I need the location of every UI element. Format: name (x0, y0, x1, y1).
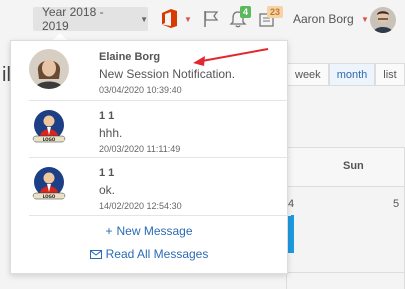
year-select[interactable]: Year 2018 - 2019 ▼ (33, 5, 148, 33)
plus-icon: + (105, 224, 113, 238)
calendar-day-header-sun: Sun (343, 160, 364, 172)
svg-text:LOGO: LOGO (43, 194, 56, 199)
business-logo-avatar-icon: LOGO (29, 165, 69, 205)
view-week-button[interactable]: week (287, 63, 329, 86)
user-avatar[interactable] (370, 7, 396, 33)
view-list-button[interactable]: list (375, 63, 405, 86)
calendar-grid-line (286, 272, 405, 273)
calendar-view-switcher: week month list (287, 63, 405, 86)
message-item[interactable]: Elaine Borg New Session Notification. 03… (29, 41, 287, 97)
messages-dropdown: Elaine Borg New Session Notification. 03… (10, 40, 291, 274)
divider (29, 215, 291, 216)
dropdown-pointer (53, 33, 67, 40)
view-month-button[interactable]: month (328, 63, 376, 86)
message-sender: 1 1 (99, 110, 115, 122)
notes-badge: 23 (267, 6, 284, 18)
calendar-day-number[interactable]: 4 (288, 198, 294, 210)
new-message-label: New Message (116, 224, 193, 238)
svg-text:LOGO: LOGO (43, 137, 56, 142)
calendar-day-number[interactable]: 5 (393, 198, 399, 210)
office-icon[interactable] (161, 9, 177, 28)
message-timestamp: 20/03/2020 11:11:49 (99, 144, 181, 154)
business-logo-avatar-icon: LOGO (29, 108, 69, 148)
message-timestamp: 03/04/2020 10:39:40 (99, 85, 182, 95)
year-select-label: Year 2018 - 2019 (42, 5, 104, 33)
flag-icon[interactable] (203, 10, 219, 28)
notifications-badge: 4 (240, 6, 252, 18)
new-message-button[interactable]: + New Message (11, 224, 287, 238)
envelope-icon (89, 250, 102, 259)
chevron-down-icon: ▼ (140, 14, 148, 24)
message-item[interactable]: LOGO 1 1 ok. 14/02/2020 12:54:30 (29, 157, 287, 213)
user-menu-caret-icon[interactable]: ▼ (361, 15, 369, 24)
message-text: hhh. (99, 126, 123, 140)
woman-avatar-icon (29, 49, 69, 89)
message-item[interactable]: LOGO 1 1 hhh. 20/03/2020 11:11:49 (29, 100, 287, 156)
message-timestamp: 14/02/2020 12:54:30 (99, 201, 182, 211)
message-text: ok. (99, 183, 116, 197)
read-all-messages-label: Read All Messages (105, 247, 209, 261)
message-sender: 1 1 (99, 167, 115, 179)
message-sender: Elaine Borg (99, 51, 161, 63)
message-text: New Session Notification. (99, 67, 236, 81)
read-all-messages-button[interactable]: Read All Messages (11, 247, 287, 261)
office-caret-icon[interactable]: ▼ (184, 15, 192, 24)
user-menu-name[interactable]: Aaron Borg (293, 12, 354, 26)
